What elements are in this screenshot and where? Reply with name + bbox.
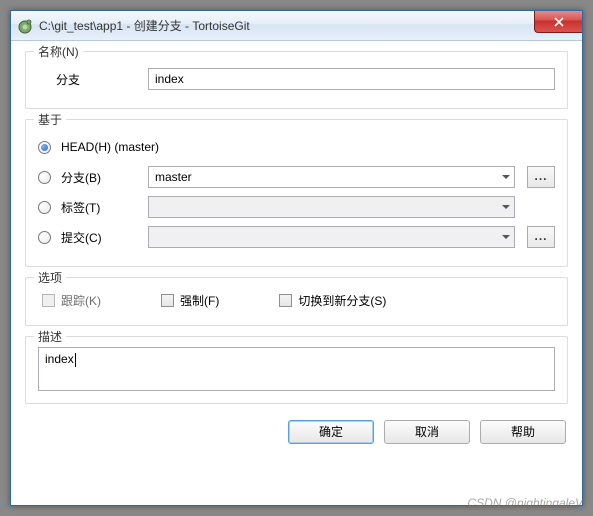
ok-button[interactable]: 确定 (288, 420, 374, 444)
group-name: 名称(N) 分支 (25, 51, 568, 109)
branch-name-input[interactable] (148, 68, 555, 90)
switch-checkbox[interactable] (279, 294, 292, 307)
force-checkbox[interactable] (161, 294, 174, 307)
group-based-on-legend: 基于 (34, 111, 66, 128)
option-force[interactable]: 强制(F) (161, 292, 219, 309)
window-title: C:\git_test\app1 - 创建分支 - TortoiseGit (39, 17, 250, 34)
radio-branch-label: 分支(B) (61, 169, 101, 186)
radio-tag-label: 标签(T) (61, 199, 100, 216)
commit-select[interactable] (148, 226, 515, 248)
commit-browse-button[interactable]: ... (527, 226, 555, 248)
titlebar: C:\git_test\app1 - 创建分支 - TortoiseGit (11, 11, 582, 41)
radio-tag[interactable] (38, 201, 51, 214)
group-options: 选项 跟踪(K) 强制(F) 切换到新分支(S) (25, 277, 568, 326)
close-icon (554, 17, 564, 27)
track-label: 跟踪(K) (61, 292, 101, 309)
help-button[interactable]: 帮助 (480, 420, 566, 444)
cancel-button[interactable]: 取消 (384, 420, 470, 444)
branch-name-label: 分支 (38, 71, 148, 88)
chevron-down-icon (502, 205, 510, 209)
radio-branch[interactable] (38, 171, 51, 184)
group-description-legend: 描述 (34, 328, 66, 345)
dialog-body: 名称(N) 分支 基于 HEAD(H) (master) 分支(B) (11, 41, 582, 456)
option-track: 跟踪(K) (42, 292, 101, 309)
button-row: 确定 取消 帮助 (25, 414, 568, 444)
close-button[interactable] (534, 11, 582, 33)
branch-select-value: master (155, 170, 192, 184)
chevron-down-icon (502, 235, 510, 239)
track-checkbox (42, 294, 55, 307)
radio-head-label: HEAD(H) (master) (61, 140, 159, 154)
watermark: CSDN @nightingaleV (467, 496, 583, 510)
tag-select[interactable] (148, 196, 515, 218)
group-options-legend: 选项 (34, 269, 66, 286)
radio-head[interactable] (38, 141, 51, 154)
group-based-on: 基于 HEAD(H) (master) 分支(B) master ... (25, 119, 568, 267)
tortoisegit-icon (17, 18, 33, 34)
force-label: 强制(F) (180, 292, 219, 309)
switch-label: 切换到新分支(S) (298, 292, 386, 309)
radio-commit[interactable] (38, 231, 51, 244)
group-description: 描述 index (25, 336, 568, 404)
option-switch[interactable]: 切换到新分支(S) (279, 292, 386, 309)
branch-select[interactable]: master (148, 166, 515, 188)
chevron-down-icon (502, 175, 510, 179)
description-textarea[interactable]: index (38, 347, 555, 391)
dialog-window: C:\git_test\app1 - 创建分支 - TortoiseGit 名称… (10, 10, 583, 506)
branch-browse-button[interactable]: ... (527, 166, 555, 188)
text-cursor (75, 353, 76, 367)
group-name-legend: 名称(N) (34, 43, 83, 60)
description-value: index (45, 352, 74, 366)
radio-commit-label: 提交(C) (61, 229, 102, 246)
